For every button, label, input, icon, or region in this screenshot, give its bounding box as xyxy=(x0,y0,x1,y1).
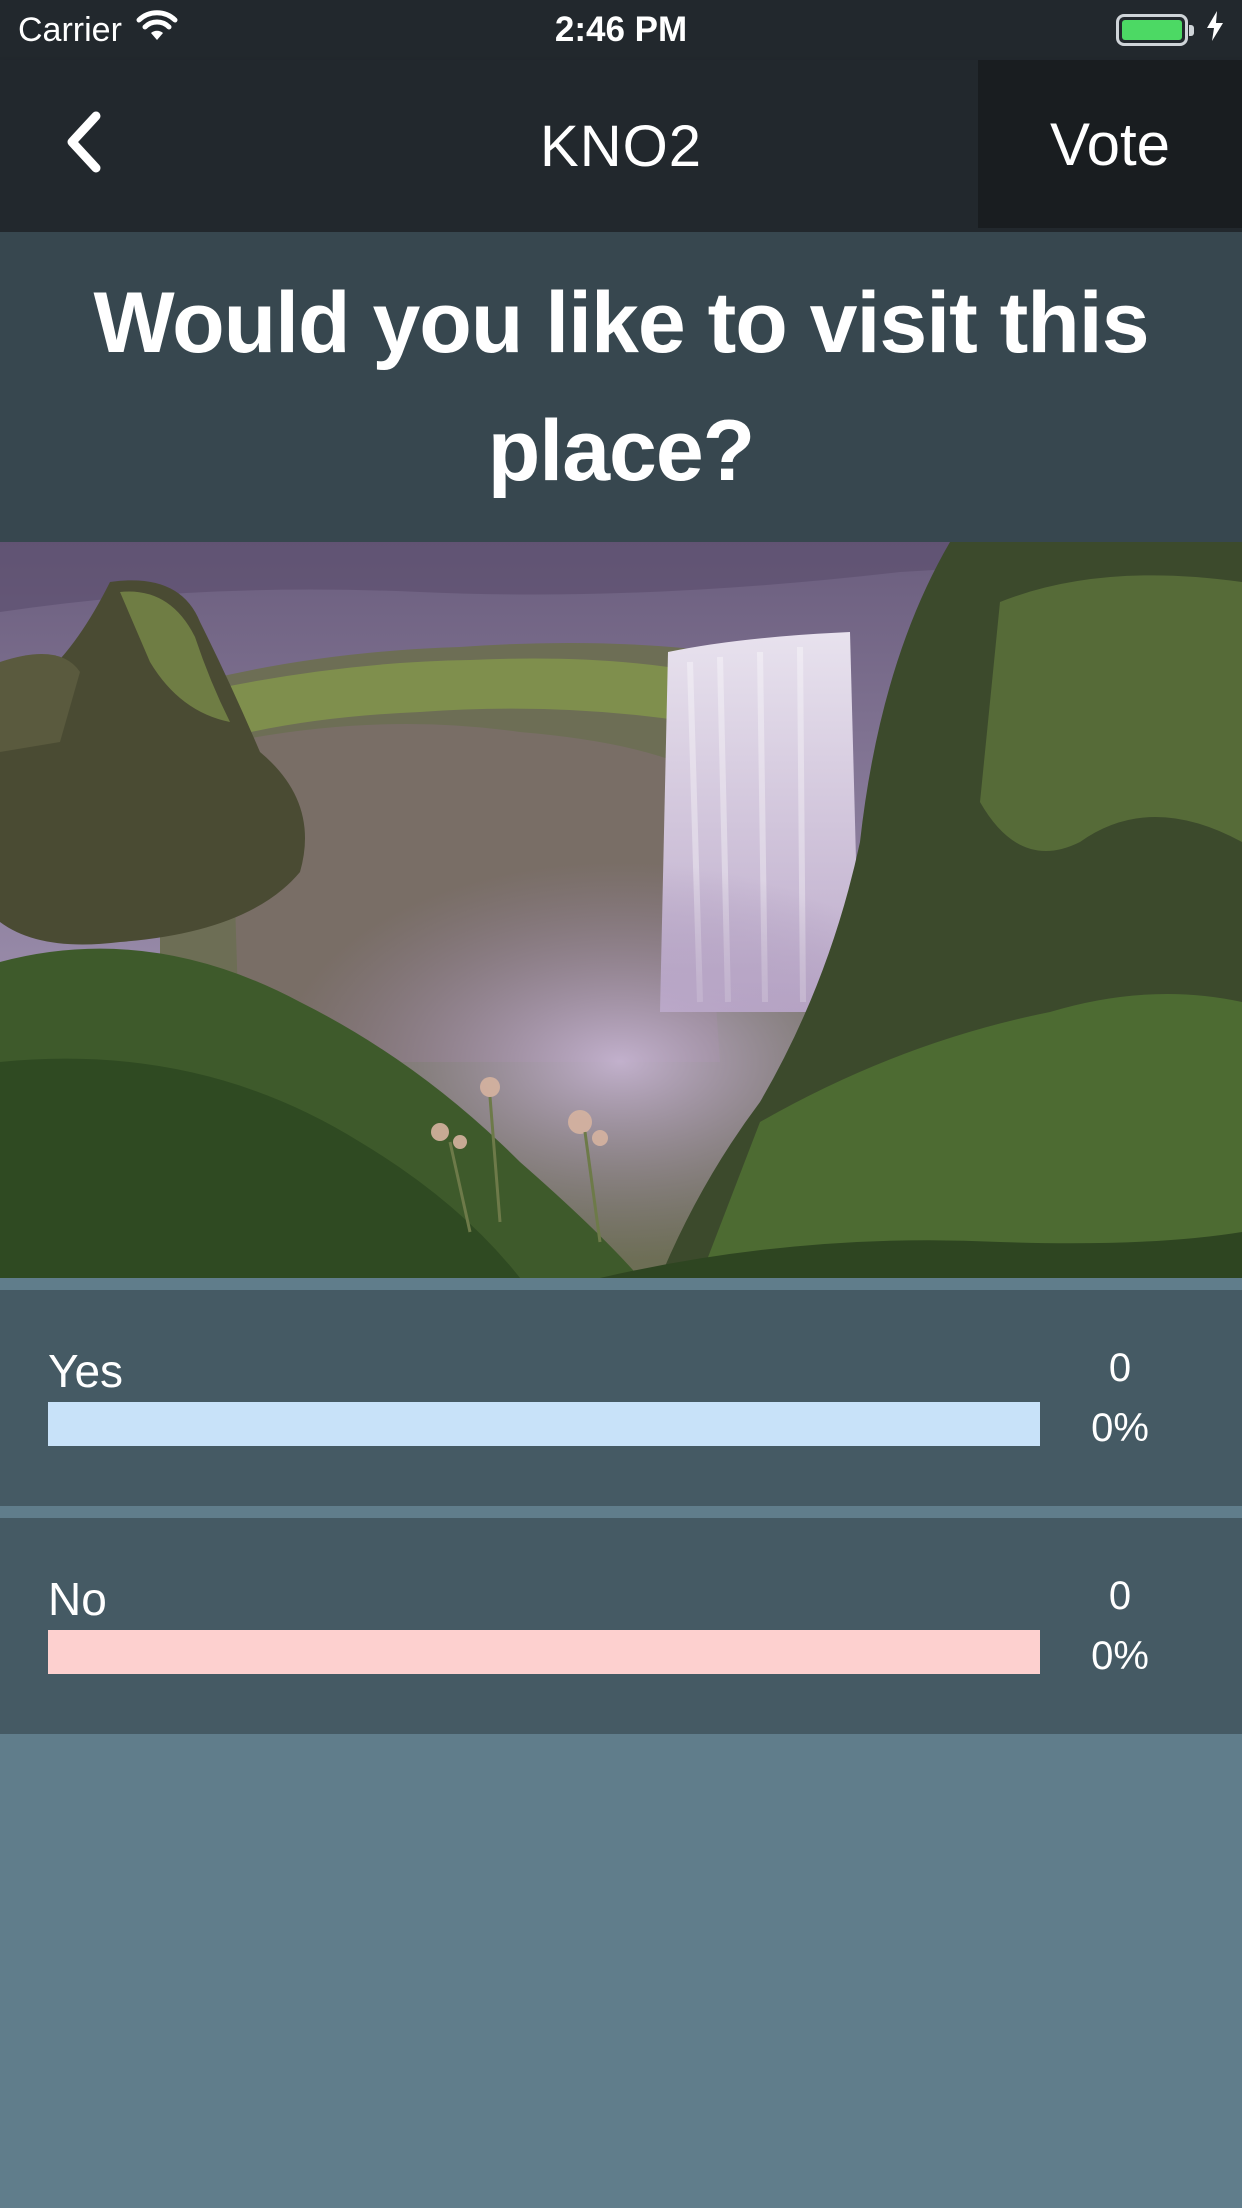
option-count: 0 xyxy=(1108,1574,1132,1618)
option-percent: 0% xyxy=(1091,1634,1149,1678)
chevron-left-icon xyxy=(62,110,106,179)
result-card-no[interactable]: No 0 0% xyxy=(0,1518,1242,1734)
battery-icon xyxy=(1116,14,1194,46)
option-label: No xyxy=(48,1573,107,1625)
question-text: Would you like to visit this place? xyxy=(93,275,1149,499)
bolt-icon xyxy=(1206,10,1224,50)
option-count: 0 xyxy=(1108,1346,1132,1390)
battery-tip xyxy=(1189,25,1194,36)
option-bar xyxy=(48,1402,1040,1446)
status-bar: Carrier 2:46 PM xyxy=(0,0,1242,60)
nav-bar: KNO2 Vote xyxy=(0,60,1242,232)
option-percent: 0% xyxy=(1091,1406,1149,1450)
status-left: Carrier xyxy=(18,9,178,51)
carrier-label: Carrier xyxy=(18,10,122,49)
screen: Carrier 2:46 PM KNO2 Vote Would you like… xyxy=(0,0,1242,2208)
battery-level xyxy=(1122,20,1182,40)
option-label: Yes xyxy=(48,1345,124,1397)
back-button[interactable] xyxy=(44,104,124,184)
status-right xyxy=(1116,10,1224,50)
wifi-icon xyxy=(136,9,178,51)
question-section: Would you like to visit this place? xyxy=(0,232,1242,542)
option-bar xyxy=(48,1630,1040,1674)
vote-button[interactable]: Vote xyxy=(978,60,1242,228)
waterfall-photo xyxy=(0,542,1242,1278)
status-time: 2:46 PM xyxy=(554,10,688,49)
result-card-yes[interactable]: Yes 0 0% xyxy=(0,1290,1242,1506)
